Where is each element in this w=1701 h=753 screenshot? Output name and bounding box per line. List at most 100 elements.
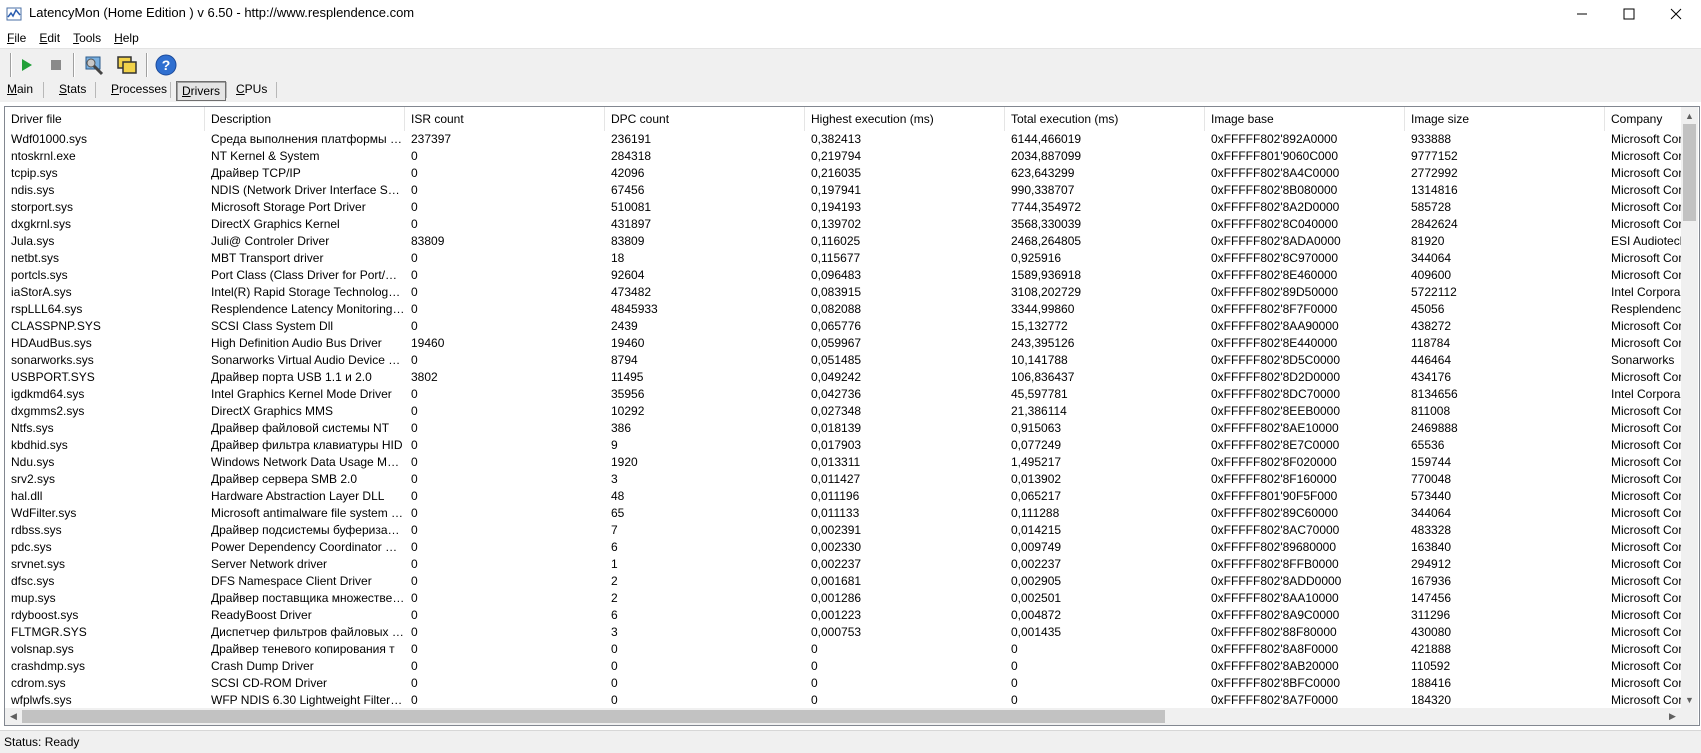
table-row[interactable]: rdbss.sys Драйвер подсистемы буферизаци..… bbox=[5, 522, 1699, 539]
play-icon bbox=[22, 59, 32, 71]
scroll-right-icon[interactable]: ▶ bbox=[1664, 708, 1681, 725]
cell-image-size: 811008 bbox=[1411, 404, 1451, 418]
table-row[interactable]: FLTMGR.SYS Диспетчер фильтров файловых с.… bbox=[5, 624, 1699, 641]
cell-dpc-count: 67456 bbox=[611, 183, 645, 197]
table-row[interactable]: pdc.sys Power Dependency Coordinator Driv… bbox=[5, 539, 1699, 556]
tab-cpus[interactable]: CPUs bbox=[231, 80, 272, 100]
cell-image-size: 344064 bbox=[1411, 251, 1452, 265]
vertical-scroll-thumb[interactable] bbox=[1683, 124, 1696, 221]
table-row[interactable]: Wdf01000.sys Среда выполнения платформы д… bbox=[5, 131, 1699, 148]
table-row[interactable]: Ntfs.sys Драйвер файловой системы NT 0 386 0… bbox=[5, 420, 1699, 437]
table-row[interactable]: ndis.sys NDIS (Network Driver Interface S… bbox=[5, 182, 1699, 199]
menu-tools[interactable]: Tools bbox=[66, 28, 107, 48]
tab-stats[interactable]: Stats bbox=[54, 80, 91, 100]
vertical-scrollbar[interactable]: ▲ ▼ bbox=[1681, 107, 1698, 708]
cell-image-size: 188416 bbox=[1411, 676, 1452, 690]
column-header-highest-execution[interactable]: Highest execution (ms) bbox=[805, 107, 1005, 131]
windows-button[interactable] bbox=[114, 52, 140, 78]
help-button[interactable]: ? bbox=[153, 52, 179, 78]
menu-file[interactable]: File bbox=[0, 28, 32, 48]
column-header-total-execution[interactable]: Total execution (ms) bbox=[1005, 107, 1205, 131]
column-header-description[interactable]: Description bbox=[205, 107, 405, 131]
table-row[interactable]: portcls.sys Port Class (Class Driver for … bbox=[5, 267, 1699, 284]
menu-edit[interactable]: Edit bbox=[32, 28, 66, 48]
cell-image-size: 446464 bbox=[1411, 353, 1452, 367]
cell-driver-file: crashdmp.sys bbox=[11, 659, 86, 673]
cell-driver-file: dfsc.sys bbox=[11, 574, 55, 588]
table-row[interactable]: Ndu.sys Windows Network Data Usage Monit.… bbox=[5, 454, 1699, 471]
cell-dpc-count: 6 bbox=[611, 540, 618, 554]
table-row[interactable]: iaStorA.sys Intel(R) Rapid Storage Techno… bbox=[5, 284, 1699, 301]
table-row[interactable]: USBPORT.SYS Драйвер порта USB 1.1 и 2.0 38… bbox=[5, 369, 1699, 386]
column-header-image-base[interactable]: Image base bbox=[1205, 107, 1405, 131]
cell-isr-count: 0 bbox=[411, 608, 418, 622]
column-header-isr-count[interactable]: ISR count bbox=[405, 107, 605, 131]
cell-highest-execution: 0,059967 bbox=[811, 336, 862, 350]
table-row[interactable]: volsnap.sys Драйвер теневого копирования … bbox=[5, 641, 1699, 658]
cell-driver-file: Jula.sys bbox=[11, 234, 55, 248]
table-row[interactable]: rdyboost.sys ReadyBoost Driver 0 6 0,001223 0… bbox=[5, 607, 1699, 624]
tab-drivers[interactable]: Drivers bbox=[176, 81, 227, 101]
cell-image-base: 0xFFFFF802'8F7F0000 bbox=[1211, 302, 1338, 316]
scroll-left-icon[interactable]: ◀ bbox=[5, 708, 22, 725]
cell-highest-execution: 0,082088 bbox=[811, 302, 862, 316]
scroll-up-icon[interactable]: ▲ bbox=[1681, 107, 1698, 124]
cell-dpc-count: 236191 bbox=[611, 132, 652, 146]
scroll-down-icon[interactable]: ▼ bbox=[1681, 691, 1698, 708]
maximize-button[interactable] bbox=[1606, 0, 1652, 28]
cell-total-execution: 21,386114 bbox=[1011, 404, 1067, 418]
cell-total-execution: 243,395126 bbox=[1011, 336, 1075, 350]
cell-total-execution: 0,014215 bbox=[1011, 523, 1062, 537]
horizontal-scrollbar[interactable]: ◀ ▶ bbox=[5, 708, 1681, 725]
driver-properties-button[interactable] bbox=[82, 52, 108, 78]
table-row[interactable]: sonarworks.sys Sonarworks Virtual Audio D… bbox=[5, 352, 1699, 369]
table-row[interactable]: storport.sys Microsoft Storage Port Drive… bbox=[5, 199, 1699, 216]
cell-isr-count: 0 bbox=[411, 523, 418, 537]
close-button[interactable] bbox=[1653, 0, 1699, 28]
table-row[interactable]: CLASSPNP.SYS SCSI Class System Dll 0 2439 0,… bbox=[5, 318, 1699, 335]
cell-highest-execution: 0 bbox=[811, 693, 818, 707]
table-row[interactable]: srv2.sys Драйвер сервера SMB 2.0 0 3 0,01142… bbox=[5, 471, 1699, 488]
table-row[interactable]: kbdhid.sys Драйвер фильтра клавиатуры HID… bbox=[5, 437, 1699, 454]
cell-driver-file: wfplwfs.sys bbox=[11, 693, 72, 707]
cell-image-size: 421888 bbox=[1411, 642, 1452, 656]
cell-isr-count: 0 bbox=[411, 302, 418, 316]
menu-help[interactable]: Help bbox=[107, 28, 145, 48]
table-row[interactable]: HDAudBus.sys High Definition Audio Bus Dr… bbox=[5, 335, 1699, 352]
cell-description: Windows Network Data Usage Monit... bbox=[211, 455, 405, 469]
table-row[interactable]: tcpip.sys Драйвер TCP/IP 0 42096 0,216035 623… bbox=[5, 165, 1699, 182]
start-button[interactable] bbox=[13, 52, 39, 78]
table-row[interactable]: ntoskrnl.exe NT Kernel & System 0 284318 0,2… bbox=[5, 148, 1699, 165]
table-row[interactable]: cdrom.sys SCSI CD-ROM Driver 0 0 0 0 0xFFFFF80… bbox=[5, 675, 1699, 692]
table-row[interactable]: wfplwfs.sys WFP NDIS 6.30 Lightweight Fil… bbox=[5, 692, 1699, 709]
cell-description: Crash Dump Driver bbox=[211, 659, 314, 673]
table-row[interactable]: mup.sys Драйвер поставщика множествен... 0… bbox=[5, 590, 1699, 607]
cell-isr-count: 0 bbox=[411, 166, 418, 180]
drivers-table[interactable]: Driver file Description ISR count DPC co… bbox=[4, 106, 1700, 726]
table-row[interactable]: dxgmms2.sys DirectX Graphics MMS 0 10292 0,0… bbox=[5, 403, 1699, 420]
cell-driver-file: hal.dll bbox=[11, 489, 43, 503]
table-row[interactable]: netbt.sys MBT Transport driver 0 18 0,115677… bbox=[5, 250, 1699, 267]
table-row[interactable]: igdkmd64.sys Intel Graphics Kernel Mode D… bbox=[5, 386, 1699, 403]
column-header-dpc-count[interactable]: DPC count bbox=[605, 107, 805, 131]
table-row[interactable]: hal.dll Hardware Abstraction Layer DLL 0 48… bbox=[5, 488, 1699, 505]
table-row[interactable]: crashdmp.sys Crash Dump Driver 0 0 0 0 0xFFFFF… bbox=[5, 658, 1699, 675]
column-header-driver-file[interactable]: Driver file bbox=[5, 107, 205, 131]
cell-dpc-count: 83809 bbox=[611, 234, 645, 248]
cell-highest-execution: 0,011133 bbox=[811, 506, 860, 520]
table-row[interactable]: dfsc.sys DFS Namespace Client Driver 0 2 0,0… bbox=[5, 573, 1699, 590]
cell-image-base: 0xFFFFF802'8AA10000 bbox=[1211, 591, 1339, 605]
cell-driver-file: dxgmms2.sys bbox=[11, 404, 85, 418]
minimize-button[interactable] bbox=[1559, 0, 1605, 28]
cell-highest-execution: 0,219794 bbox=[811, 149, 862, 163]
horizontal-scroll-thumb[interactable] bbox=[22, 710, 1165, 723]
tab-processes[interactable]: Processes bbox=[106, 80, 172, 100]
table-row[interactable]: Jula.sys Juli@ Controler Driver 83809 83809… bbox=[5, 233, 1699, 250]
table-row[interactable]: srvnet.sys Server Network driver 0 1 0,00223… bbox=[5, 556, 1699, 573]
table-row[interactable]: rspLLL64.sys Resplendence Latency Monitor… bbox=[5, 301, 1699, 318]
table-row[interactable]: dxgkrnl.sys DirectX Graphics Kernel 0 43189… bbox=[5, 216, 1699, 233]
table-row[interactable]: WdFilter.sys Microsoft antimalware file s… bbox=[5, 505, 1699, 522]
tab-main[interactable]: Main bbox=[2, 80, 38, 100]
column-header-image-size[interactable]: Image size bbox=[1405, 107, 1605, 131]
stop-button[interactable] bbox=[43, 52, 69, 78]
